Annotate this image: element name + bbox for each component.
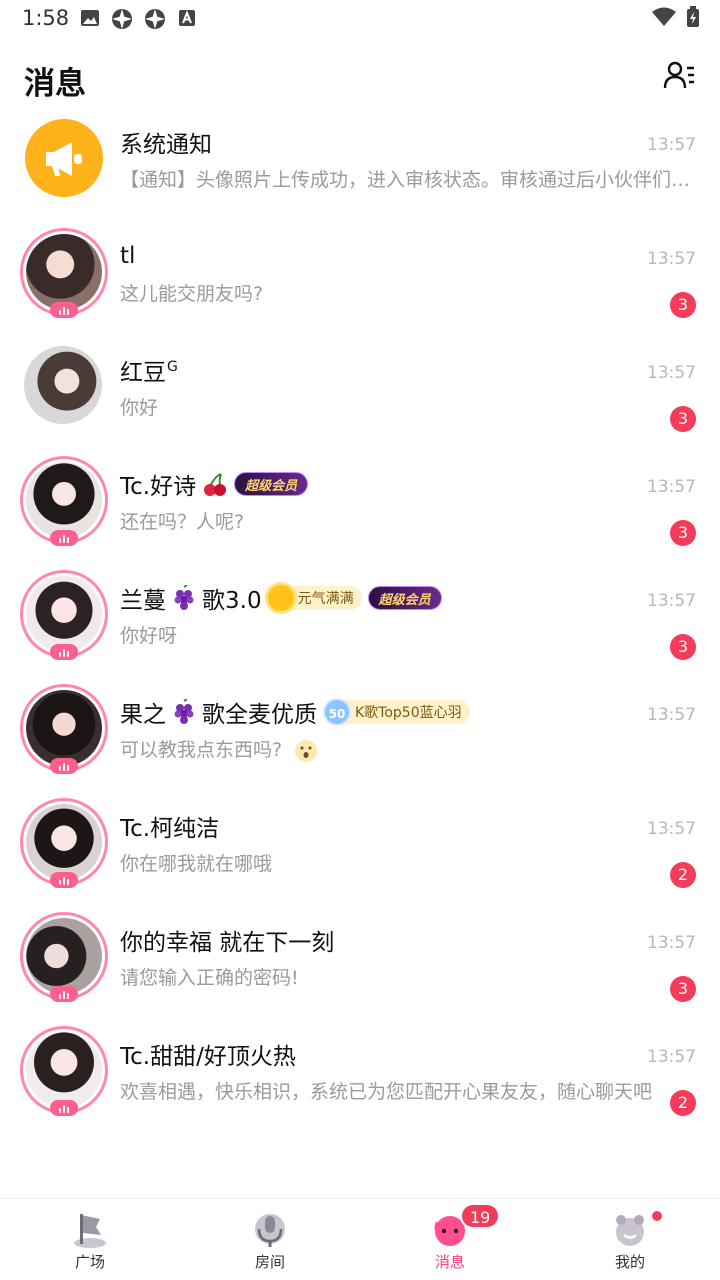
avatar[interactable] — [20, 342, 108, 430]
list-item[interactable]: Tc.好诗 超级会员 13:57 还在吗？人呢? 3 — [0, 444, 720, 558]
avatar[interactable] — [20, 684, 108, 774]
unread-badge: 3 — [670, 292, 696, 318]
keyboard-a-icon — [179, 10, 195, 26]
aperture-icon — [112, 9, 132, 29]
avatar[interactable] — [20, 912, 108, 1002]
unread-badge: 3 — [670, 634, 696, 660]
contact-name: 系统通知 — [120, 132, 212, 158]
avatar[interactable] — [20, 1026, 108, 1116]
unread-badge: 3 — [670, 976, 696, 1002]
aperture-icon — [145, 9, 165, 29]
contact-name: 兰蔓 — [120, 588, 166, 614]
tab-label: 我的 — [614, 1253, 645, 1271]
vip-badge: 超级会员 — [367, 586, 442, 610]
profile-face-icon — [616, 1215, 644, 1246]
status-time: 1:58 — [22, 6, 70, 30]
page-title: 消息 — [24, 66, 86, 102]
unread-badge: 2 — [670, 1090, 696, 1116]
list-item[interactable]: 系统通知 13:57 【通知】头像照片上传成功，进入审核状态。审核通过后小伙伴们… — [0, 102, 720, 216]
square-flag-icon — [74, 1214, 106, 1248]
surprised-emoji-icon — [295, 739, 318, 762]
battery-icon — [687, 6, 699, 27]
live-indicator-icon — [50, 758, 78, 774]
live-indicator-icon — [50, 644, 78, 660]
message-preview: 还在吗？人呢? — [120, 511, 245, 533]
message-preview: 这儿能交朋友吗? — [120, 283, 264, 305]
message-time: 13:57 — [647, 363, 696, 383]
avatar[interactable] — [20, 456, 108, 546]
message-time: 13:57 — [647, 477, 696, 497]
message-preview: 【通知】头像照片上传成功，进入审核状态。审核通过后小伙伴们将会看到你的新头像 — [120, 169, 696, 191]
list-item[interactable]: 红豆G 13:57 你好 3 — [0, 330, 720, 444]
contact-name-suffix: 歌全麦优质 — [202, 702, 317, 728]
tab-mine[interactable]: 我的 — [540, 1199, 720, 1280]
unread-badge: 2 — [670, 862, 696, 888]
grape-icon — [174, 699, 194, 724]
new-dot-indicator — [652, 1211, 662, 1221]
avatar — [20, 114, 108, 202]
unread-badge: 3 — [670, 520, 696, 546]
contact-name: tl — [120, 243, 136, 269]
tab-messages[interactable]: 19 消息 — [360, 1199, 540, 1280]
live-indicator-icon — [50, 1100, 78, 1116]
contact-name: Tc.柯纯洁 — [120, 816, 220, 842]
sun-icon — [267, 585, 294, 611]
message-time: 13:57 — [647, 1047, 696, 1067]
image-icon — [81, 10, 99, 26]
message-list: 系统通知 13:57 【通知】头像照片上传成功，进入审核状态。审核通过后小伙伴们… — [0, 102, 720, 1128]
message-preview: 你在哪我就在哪哦 — [120, 853, 273, 875]
tab-label: 房间 — [254, 1253, 285, 1271]
tab-label: 广场 — [74, 1253, 105, 1271]
tab-room[interactable]: 房间 — [180, 1199, 360, 1280]
vip-badge: 超级会员 — [234, 472, 309, 496]
unread-badge: 3 — [670, 406, 696, 432]
contacts-button[interactable] — [662, 58, 696, 92]
list-item[interactable]: 果之 歌全麦优质 50 K歌Top50蓝心羽 13:57 可以教我点东西吗? — [0, 672, 720, 786]
contact-name: Tc.甜甜/好顶火热 — [120, 1044, 296, 1070]
contact-name: 你的幸福 就在下一刻 — [120, 930, 335, 956]
level-badge: 元气满满 — [267, 585, 362, 611]
list-item[interactable]: Tc.柯纯洁 13:57 你在哪我就在哪哦 2 — [0, 786, 720, 900]
message-preview: 你好 — [120, 397, 159, 419]
grape-icon — [174, 585, 194, 610]
message-time: 13:57 — [647, 135, 696, 155]
message-time: 13:57 — [647, 819, 696, 839]
tab-square[interactable]: 广场 — [0, 1199, 180, 1280]
message-time: 13:57 — [647, 249, 696, 269]
contact-name-suffix: 歌3.0 — [202, 588, 262, 614]
list-item[interactable]: tl 13:57 这儿能交朋友吗? 3 — [0, 216, 720, 330]
live-indicator-icon — [50, 872, 78, 888]
message-preview: 可以教我点东西吗? — [120, 736, 660, 764]
avatar[interactable] — [20, 228, 108, 318]
name-superscript: G — [167, 359, 178, 376]
contact-name: Tc.好诗 — [120, 474, 197, 500]
tab-unread-count: 19 — [460, 1203, 501, 1229]
ksong-rank-badge: 50 K歌Top50蓝心羽 — [323, 698, 470, 726]
message-time: 13:57 — [647, 933, 696, 953]
list-item[interactable]: Tc.甜甜/好顶火热 13:57 欢喜相遇，快乐相识，系统已为您匹配开心果友友，… — [0, 1014, 720, 1128]
list-item[interactable]: 兰蔓 歌3.0 元气满满 超级会员 13:57 你好呀 3 — [0, 558, 720, 672]
megaphone-icon — [25, 119, 103, 197]
cherry-icon — [204, 473, 227, 496]
avatar[interactable] — [20, 570, 108, 660]
contact-name: 红豆G — [120, 359, 178, 386]
live-indicator-icon — [50, 302, 78, 318]
contact-name: 果之 — [120, 702, 166, 728]
avatar[interactable] — [20, 798, 108, 888]
tab-label: 消息 — [434, 1253, 465, 1271]
live-indicator-icon — [50, 530, 78, 546]
bottom-nav: 广场 房间 19 消息 我的 — [0, 1198, 720, 1280]
live-indicator-icon — [50, 986, 78, 1002]
message-preview: 请您输入正确的密码! — [120, 967, 299, 989]
level-number: 50 — [323, 698, 351, 726]
contacts-list-icon — [663, 61, 694, 89]
status-bar: 1:58 — [0, 0, 720, 36]
wifi-icon — [652, 7, 676, 26]
room-mic-icon — [255, 1214, 285, 1247]
list-item[interactable]: 你的幸福 就在下一刻 13:57 请您输入正确的密码! 3 — [0, 900, 720, 1014]
message-time: 13:57 — [647, 591, 696, 611]
message-preview: 你好呀 — [120, 625, 178, 647]
message-preview: 欢喜相遇，快乐相识，系统已为您匹配开心果友友，随心聊天吧 — [120, 1081, 653, 1103]
message-time: 13:57 — [647, 705, 696, 725]
